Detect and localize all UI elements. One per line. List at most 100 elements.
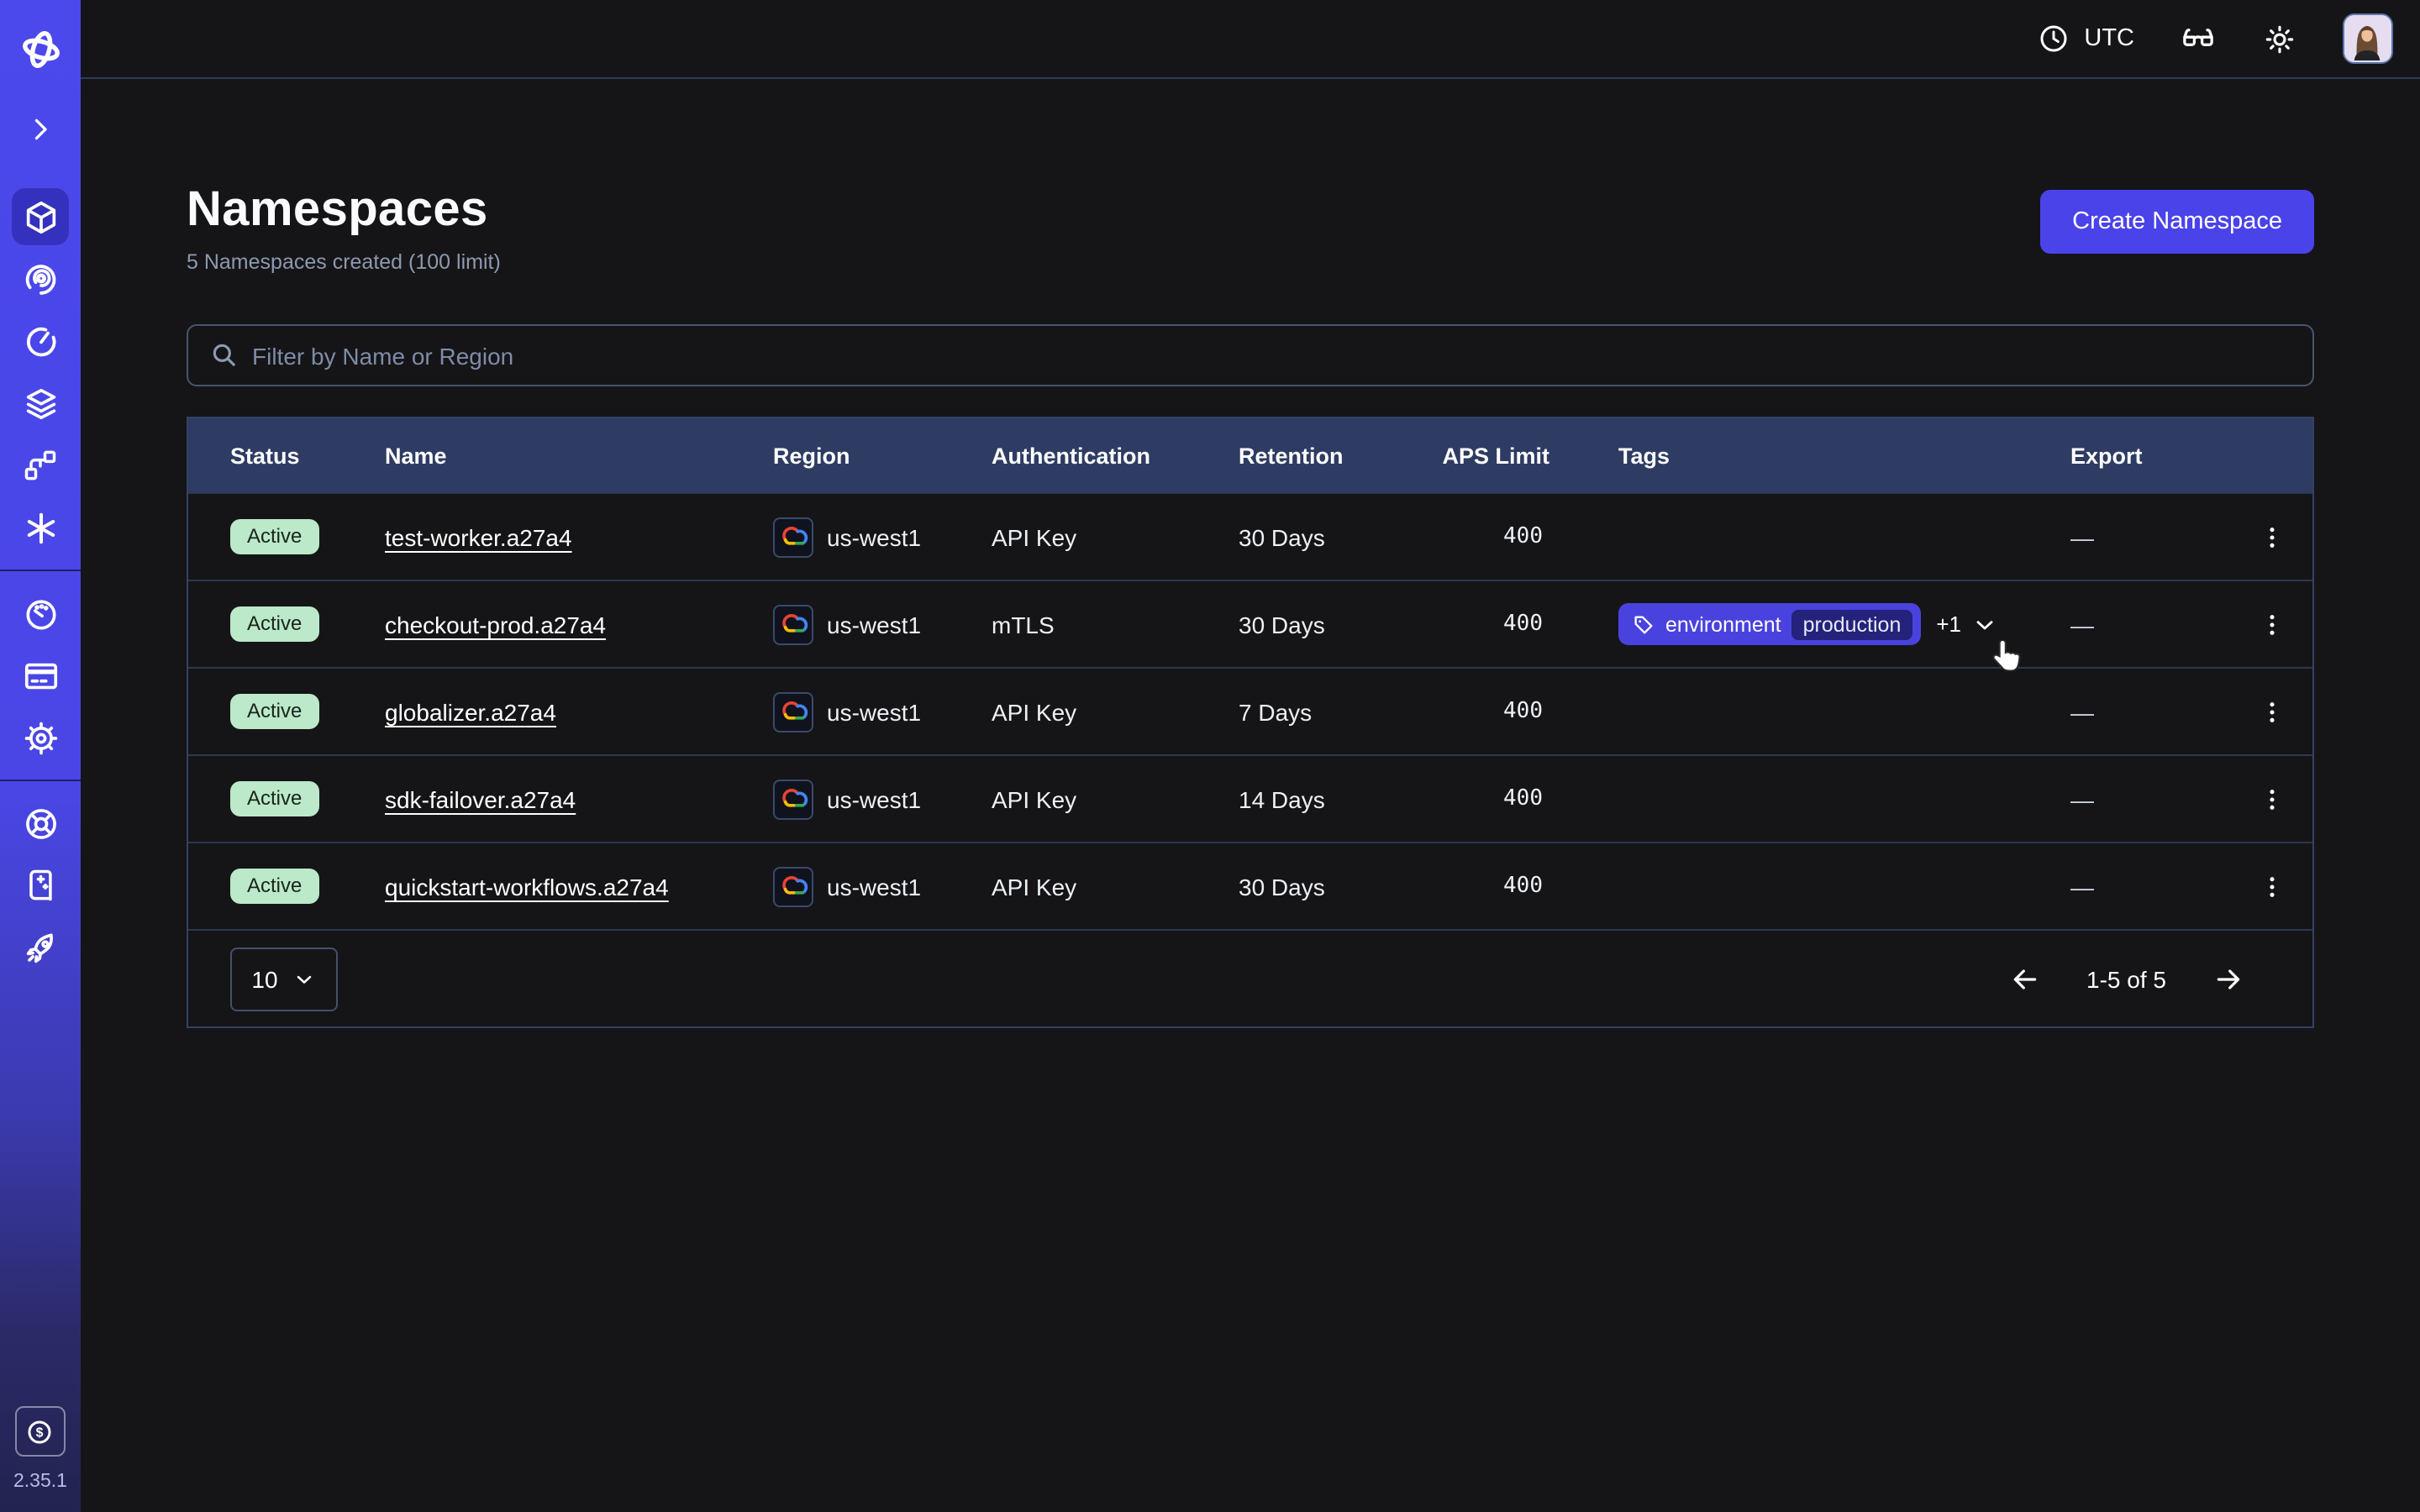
aps-limit-value: 400	[1428, 874, 1618, 899]
status-badge: Active	[230, 519, 318, 554]
aps-limit-value: 400	[1428, 524, 1618, 549]
row-menu-button[interactable]	[2248, 601, 2295, 648]
sidebar: $ 2.35.1	[0, 0, 81, 1512]
export-value: —	[2070, 785, 2230, 812]
gcp-cloud-icon	[773, 779, 813, 819]
region-label: us-west1	[827, 873, 921, 900]
nav-usage-gauge-icon[interactable]	[12, 585, 69, 642]
next-page-button[interactable]	[2208, 958, 2249, 999]
clock-icon	[2037, 22, 2070, 55]
filter-input[interactable]	[187, 324, 2314, 386]
gcp-cloud-icon	[773, 604, 813, 644]
tag-key: environment	[1665, 612, 1781, 636]
table-row: Active test-worker.a27a4 us-west1 API Ke…	[188, 492, 2312, 580]
row-menu-button[interactable]	[2248, 688, 2295, 735]
namespaces-table: Status Name Region Authentication Retent…	[187, 417, 2314, 1028]
prev-page-button[interactable]	[2004, 958, 2044, 999]
gcp-cloud-icon	[773, 866, 813, 906]
column-header-tags: Tags	[1618, 443, 2070, 468]
tag-chip[interactable]: environment production	[1618, 603, 1921, 645]
column-header-export: Export	[2070, 443, 2230, 468]
search-icon	[207, 338, 240, 380]
namespace-link[interactable]: sdk-failover.a27a4	[385, 785, 576, 812]
tags-expand-chevron-icon[interactable]	[1971, 611, 1998, 638]
table-row: Active quickstart-workflows.a27a4 us-wes…	[188, 842, 2312, 929]
chevron-down-icon	[293, 967, 317, 990]
auth-label: API Key	[992, 873, 1239, 900]
app-version: 2.35.1	[13, 1472, 67, 1492]
table-row: Active checkout-prod.a27a4 us-west1 mTLS…	[188, 580, 2312, 667]
nav-support-lifebuoy-icon[interactable]	[12, 795, 69, 852]
main-content: Namespaces 5 Namespaces created (100 lim…	[81, 79, 2420, 1512]
column-header-region: Region	[773, 443, 992, 468]
arrow-left-icon	[2007, 962, 2041, 995]
glasses-icon[interactable]	[2180, 20, 2217, 57]
export-value: —	[2070, 873, 2230, 900]
table-row: Active globalizer.a27a4 us-west1 API Key…	[188, 667, 2312, 754]
nav-stacks-layers-icon[interactable]	[12, 375, 69, 432]
nav-namespaces-cube-icon[interactable]	[12, 188, 69, 245]
table-footer: 10 1-5 of 5	[188, 929, 2312, 1026]
nav-branch-icon[interactable]	[12, 437, 69, 494]
page-title: Namespaces	[187, 183, 501, 239]
nav-timer-icon[interactable]	[12, 312, 69, 370]
arrow-right-icon	[2212, 962, 2245, 995]
status-badge: Active	[230, 781, 318, 816]
retention-label: 30 Days	[1239, 873, 1428, 900]
nav-getting-started-rocket-icon[interactable]	[12, 919, 69, 976]
pagination-range: 1-5 of 5	[2086, 965, 2166, 992]
row-menu-button[interactable]	[2248, 863, 2295, 910]
retention-label: 7 Days	[1239, 698, 1428, 725]
timezone-selector[interactable]: UTC	[2037, 22, 2134, 55]
nav-billing-card-icon[interactable]	[12, 647, 69, 704]
topbar: UTC	[81, 0, 2420, 79]
aps-limit-value: 400	[1428, 612, 1618, 637]
namespace-link[interactable]: test-worker.a27a4	[385, 523, 572, 550]
nav-nexus-asterisk-icon[interactable]	[12, 499, 69, 556]
tag-value: production	[1791, 609, 1913, 639]
nav-observability-eye-icon[interactable]	[12, 250, 69, 307]
namespace-link[interactable]: globalizer.a27a4	[385, 698, 556, 725]
column-header-status: Status	[230, 443, 385, 468]
app-window: $ 2.35.1 UTC	[0, 0, 2420, 1512]
auth-label: API Key	[992, 785, 1239, 812]
namespace-count-subtitle: 5 Namespaces created (100 limit)	[187, 250, 501, 274]
auth-label: mTLS	[992, 611, 1239, 638]
user-avatar[interactable]	[2343, 13, 2393, 64]
retention-label: 30 Days	[1239, 611, 1428, 638]
status-badge: Active	[230, 694, 318, 729]
namespace-link[interactable]: quickstart-workflows.a27a4	[385, 873, 669, 900]
nav-settings-gear-icon[interactable]	[12, 709, 69, 766]
auth-label: API Key	[992, 523, 1239, 550]
export-value: —	[2070, 611, 2230, 638]
sidebar-divider	[0, 780, 81, 781]
column-header-aps-limit: APS Limit	[1428, 443, 1618, 468]
region-label: us-west1	[827, 785, 921, 812]
region-label: us-west1	[827, 611, 921, 638]
credits-badge-button[interactable]: $	[15, 1406, 66, 1457]
temporal-logo-icon[interactable]	[12, 20, 69, 77]
row-menu-button[interactable]	[2248, 775, 2295, 822]
tags-overflow-count: +1	[1936, 612, 1961, 637]
status-badge: Active	[230, 869, 318, 904]
region-label: us-west1	[827, 698, 921, 725]
aps-limit-value: 400	[1428, 786, 1618, 811]
retention-label: 30 Days	[1239, 523, 1428, 550]
page-size-select[interactable]: 10	[230, 947, 338, 1011]
sidebar-expand-chevron-icon[interactable]	[12, 101, 69, 158]
tags-cell: environment production +1	[1618, 603, 2070, 645]
row-menu-button[interactable]	[2248, 513, 2295, 560]
table-header-row: Status Name Region Authentication Retent…	[188, 418, 2312, 492]
column-header-authentication: Authentication	[992, 443, 1239, 468]
column-header-retention: Retention	[1239, 443, 1428, 468]
gcp-cloud-icon	[773, 691, 813, 732]
namespace-link[interactable]: checkout-prod.a27a4	[385, 611, 606, 638]
svg-text:$: $	[37, 1425, 45, 1440]
gcp-cloud-icon	[773, 517, 813, 557]
create-namespace-button[interactable]: Create Namespace	[2040, 190, 2314, 254]
sun-theme-icon[interactable]	[2262, 21, 2297, 56]
nav-docs-book-icon[interactable]	[12, 857, 69, 914]
region-label: us-west1	[827, 523, 921, 550]
export-value: —	[2070, 698, 2230, 725]
timezone-label: UTC	[2084, 25, 2134, 52]
